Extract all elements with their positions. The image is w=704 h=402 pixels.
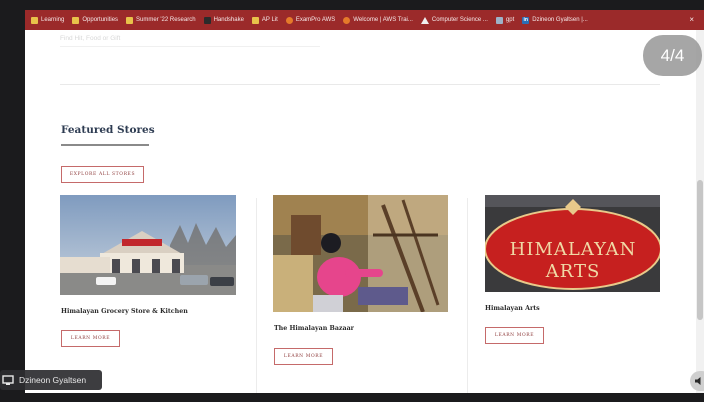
section-title: Featured Stores bbox=[61, 124, 155, 136]
aws-icon bbox=[343, 16, 351, 24]
store-name-bazaar[interactable]: The Himalayan Bazaar bbox=[274, 325, 354, 332]
store-image-bazaar[interactable] bbox=[273, 195, 448, 312]
participant-name: Dzineon Gyaltsen bbox=[19, 375, 87, 385]
title-underline bbox=[61, 144, 149, 146]
bookmark-aws[interactable]: Welcome | AWS Trai... bbox=[343, 16, 413, 24]
sign-line-2: ARTS bbox=[545, 261, 601, 282]
bookmark-label: Computer Science ... bbox=[431, 17, 488, 23]
store-name-grocery[interactable]: Himalayan Grocery Store & Kitchen bbox=[61, 308, 188, 315]
explore-all-stores-button[interactable]: Explore All Stores bbox=[61, 166, 144, 183]
audio-button[interactable] bbox=[690, 371, 704, 391]
monitor-icon bbox=[2, 374, 14, 385]
bookmark-label: Welcome | AWS Trai... bbox=[353, 17, 413, 23]
section-divider bbox=[60, 84, 660, 85]
folder-icon bbox=[251, 16, 259, 24]
divider bbox=[60, 46, 320, 47]
grocery-store-photo bbox=[60, 195, 236, 295]
bazaar-weaving-photo bbox=[273, 195, 448, 312]
bookmark-computer-science[interactable]: Computer Science ... bbox=[420, 16, 488, 24]
bookmark-label: Handshake bbox=[213, 17, 244, 23]
himalayan-arts-sign-photo: HIMALAYAN ARTS bbox=[485, 195, 660, 292]
learn-more-button-arts[interactable]: Learn More bbox=[485, 327, 544, 344]
scrollbar-thumb[interactable] bbox=[697, 180, 703, 320]
folder-icon bbox=[31, 16, 38, 24]
bookmark-label: Opportunities bbox=[82, 17, 119, 23]
store-name-arts[interactable]: Himalayan Arts bbox=[485, 305, 540, 312]
page-scrollbar[interactable] bbox=[696, 30, 704, 393]
bookmark-label: AP Lit bbox=[261, 17, 278, 23]
bookmark-gpt[interactable]: gpt bbox=[495, 16, 515, 24]
bookmark-label: Dzineon Gyaltsen |... bbox=[532, 17, 588, 23]
store-image-grocery[interactable] bbox=[60, 195, 236, 295]
bookmark-learning[interactable]: Learning bbox=[31, 16, 65, 24]
speaker-icon bbox=[695, 377, 701, 385]
sign-line-1: HIMALAYAN bbox=[510, 239, 637, 260]
bookmark-handshake[interactable]: Handshake bbox=[203, 16, 244, 24]
bookmark-linkedin[interactable]: in Dzineon Gyaltsen |... bbox=[522, 16, 588, 24]
bookmark-label: Summer '22 Research bbox=[136, 17, 196, 23]
drive-icon bbox=[420, 16, 429, 24]
column-divider bbox=[467, 198, 468, 393]
slide-counter: 4/4 bbox=[643, 35, 702, 76]
learn-more-button-grocery[interactable]: Learn More bbox=[61, 330, 120, 347]
bookmarks-bar: Learning Opportunities Summer '22 Resear… bbox=[25, 10, 704, 30]
folder-icon bbox=[126, 16, 134, 24]
learn-more-button-bazaar[interactable]: Learn More bbox=[274, 348, 333, 365]
screen-share-frame: Learning Opportunities Summer '22 Resear… bbox=[0, 0, 704, 402]
bottom-strip bbox=[0, 393, 704, 402]
exampro-icon bbox=[285, 16, 293, 24]
bookmark-exampro[interactable]: ExamPro AWS bbox=[285, 16, 336, 24]
bookmark-label: Learning bbox=[41, 17, 65, 23]
gpt-icon bbox=[495, 16, 503, 24]
folder-icon bbox=[72, 16, 80, 24]
linkedin-icon: in bbox=[522, 16, 530, 24]
store-image-arts[interactable]: HIMALAYAN ARTS bbox=[485, 195, 660, 292]
participant-name-tag: Dzineon Gyaltsen bbox=[0, 370, 102, 390]
bookmark-label: ExamPro AWS bbox=[295, 17, 336, 23]
bookmark-opportunities[interactable]: Opportunities bbox=[72, 16, 119, 24]
handshake-icon bbox=[203, 16, 211, 24]
close-icon[interactable]: × bbox=[689, 15, 694, 24]
column-divider bbox=[256, 198, 257, 393]
search-input-placeholder[interactable]: Find Hit, Food or Gift bbox=[60, 32, 320, 46]
bookmark-summer-research[interactable]: Summer '22 Research bbox=[126, 16, 196, 24]
web-page: Find Hit, Food or Gift Featured Stores E… bbox=[25, 30, 696, 393]
bookmark-ap-lit[interactable]: AP Lit bbox=[251, 16, 278, 24]
bookmark-label: gpt bbox=[505, 17, 515, 23]
